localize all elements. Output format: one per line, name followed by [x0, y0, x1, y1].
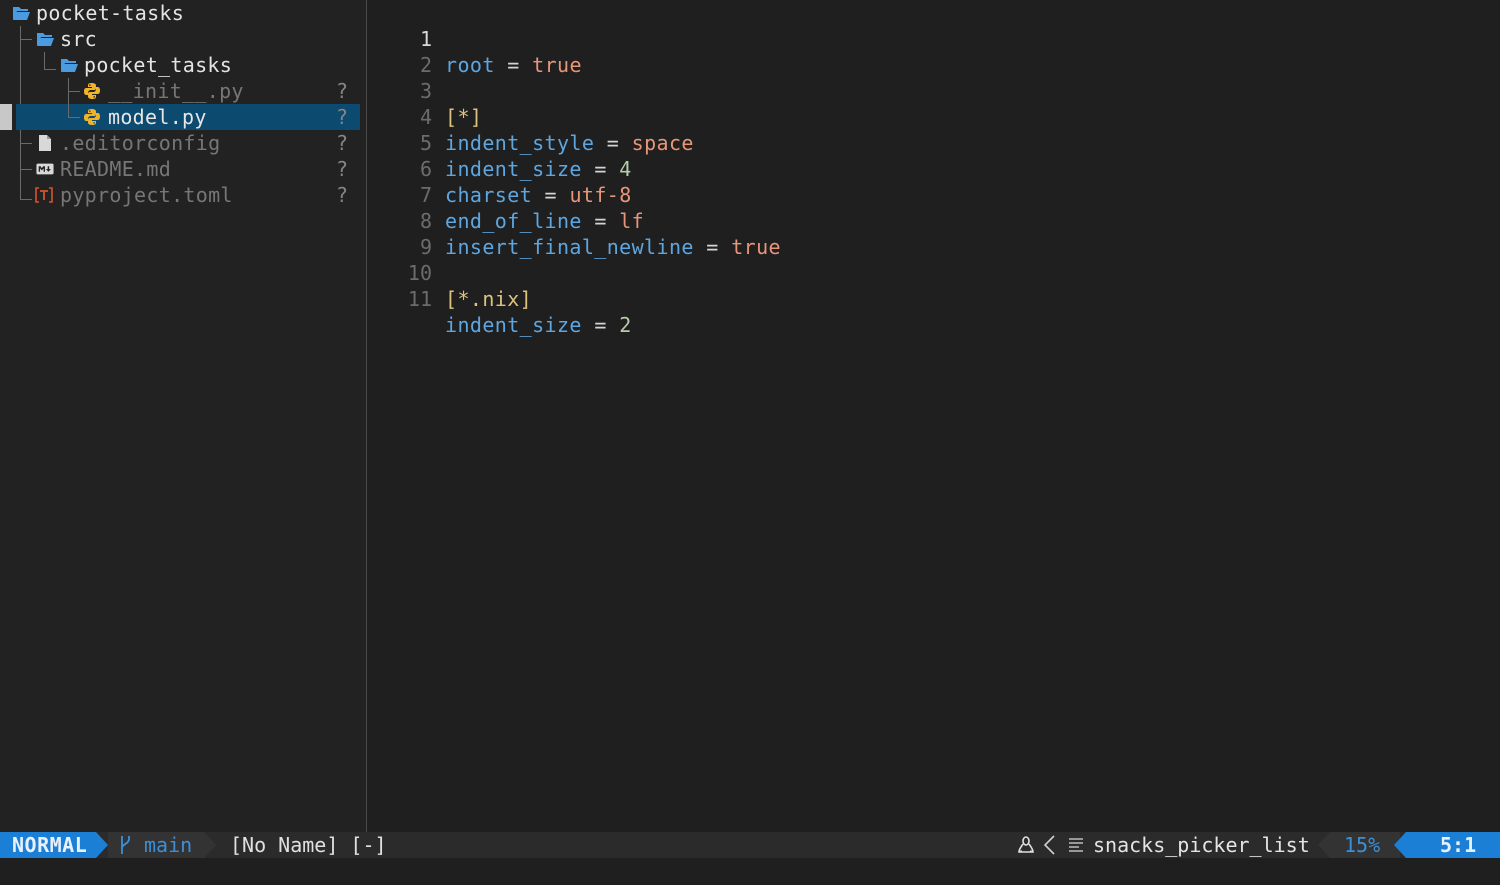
line-number: 11: [407, 287, 432, 311]
code-line[interactable]: 2: [367, 26, 1500, 77]
tree-item-readme[interactable]: README.md ?: [0, 156, 366, 182]
assign-operator: =: [594, 313, 607, 337]
code-line[interactable]: 10 [*.nix]: [367, 234, 1500, 311]
code-line[interactable]: 5 indent_size = 4: [367, 104, 1500, 181]
toml-icon: [35, 187, 53, 203]
code-line[interactable]: 8 insert_final_newline = true: [367, 182, 1500, 259]
buffer-name: [No Name] [-]: [230, 833, 387, 857]
editor-window: pocket-tasks src pocket_tasks __init__.p…: [0, 0, 1500, 885]
tree-guide: [68, 117, 80, 118]
tree-item-editorconfig[interactable]: .editorconfig ?: [0, 130, 366, 156]
config-value: 2: [619, 313, 632, 337]
filetype-label: snacks_picker_list: [1093, 833, 1310, 857]
linux-icon: [1018, 836, 1034, 853]
python-icon: [84, 109, 100, 125]
code-line[interactable]: 6 charset = utf-8: [367, 130, 1500, 207]
tree-root-label: pocket-tasks: [36, 1, 185, 25]
tree-item-label: pyproject.toml: [60, 183, 233, 207]
git-branch-icon: [121, 836, 130, 854]
markdown-icon: [36, 163, 54, 175]
chevron-left-icon: [1043, 835, 1055, 855]
git-branch-name[interactable]: main: [144, 832, 192, 858]
folder-open-icon: [61, 59, 78, 72]
tree-item-pyproject[interactable]: pyproject.toml ?: [0, 182, 366, 208]
section-header: [*.nix]: [445, 287, 533, 311]
git-status-badge: ?: [336, 131, 349, 155]
code-line[interactable]: 9: [367, 208, 1500, 259]
code-line[interactable]: 3 [*]: [367, 52, 1500, 129]
percent-separator: [1318, 832, 1330, 858]
folder-open-icon: [37, 33, 54, 46]
tree-item-label: pocket_tasks: [84, 53, 233, 77]
tree-item-src[interactable]: src: [0, 26, 366, 52]
git-status-badge: ?: [336, 183, 349, 207]
code-line[interactable]: 11 indent_size = 2: [367, 260, 1500, 337]
git-status-badge: ?: [336, 157, 349, 181]
tree-guide: [68, 104, 69, 117]
statusline: NORMAL main [No Name] [-] snacks_picker_…: [0, 832, 1500, 858]
tree-item-pocket-tasks[interactable]: pocket_tasks: [0, 52, 366, 78]
filetype-icon: [1069, 838, 1083, 852]
mode-indicator: NORMAL: [0, 832, 96, 858]
folder-open-icon: [13, 7, 30, 20]
tree-item-label: README.md: [60, 157, 172, 181]
scroll-percent: 15%: [1344, 833, 1381, 857]
tree-item-label: model.py: [108, 105, 207, 129]
tree-item-label: .editorconfig: [60, 131, 221, 155]
tree-item-init-py[interactable]: __init__.py ?: [0, 78, 366, 104]
tree-item-label: __init__.py: [108, 79, 244, 103]
code-line[interactable]: 4 indent_style = space: [367, 78, 1500, 155]
git-status-badge: ?: [336, 79, 349, 103]
tree-item-model-py[interactable]: model.py ?: [0, 104, 366, 130]
config-key: indent_size: [445, 313, 582, 337]
branch-separator: [204, 832, 216, 858]
position-separator: [1394, 832, 1406, 858]
tree-item-label: src: [60, 27, 98, 51]
tree-root[interactable]: pocket-tasks: [0, 0, 366, 26]
code-line[interactable]: 7 end_of_line = lf: [367, 156, 1500, 233]
code-line[interactable]: 1 root = true: [367, 0, 1500, 77]
command-line[interactable]: [0, 858, 1500, 885]
mode-separator: [96, 832, 108, 858]
file-icon: [39, 135, 51, 151]
cursor-indicator: [0, 104, 12, 130]
python-icon: [84, 83, 100, 99]
cursor-position: 5:1: [1440, 833, 1477, 857]
code-editor[interactable]: 1 root = true 2 3 [*] 4 indent_style = s…: [367, 0, 1500, 832]
git-status-badge: ?: [336, 105, 349, 129]
file-explorer: pocket-tasks src pocket_tasks __init__.p…: [0, 0, 366, 832]
